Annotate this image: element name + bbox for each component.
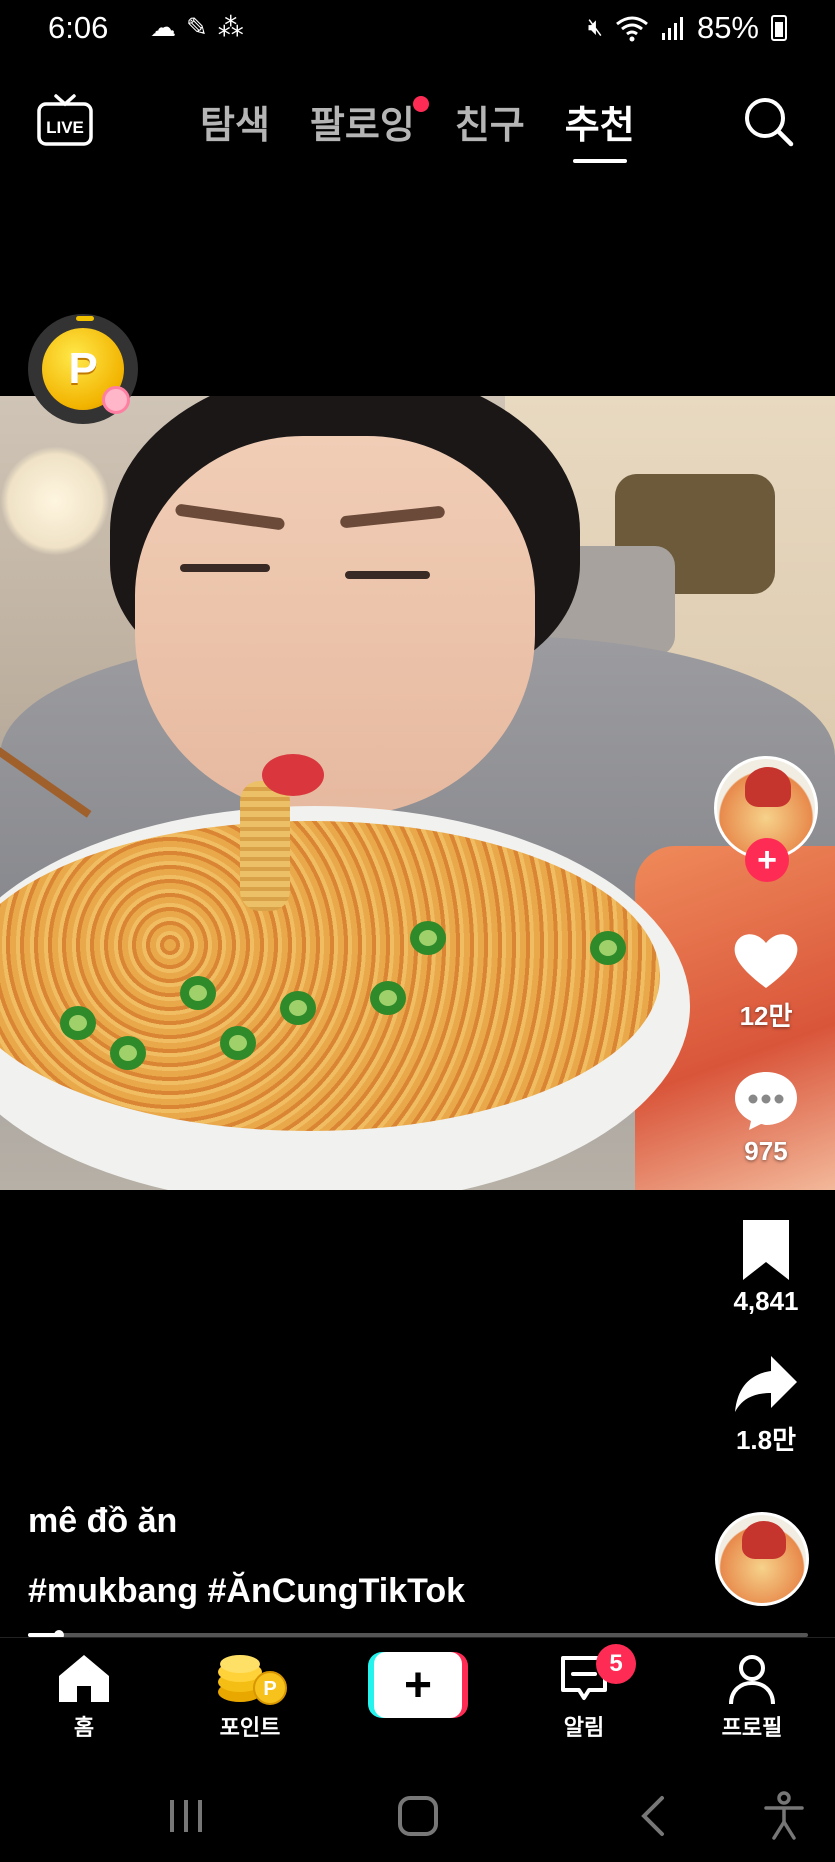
bottom-nav: 홈 P 포인트 + 5 알림 프로필	[0, 1637, 835, 1765]
save-count: 4,841	[733, 1286, 799, 1316]
nav-inbox[interactable]: 5 알림	[524, 1644, 644, 1742]
nav-label: 프로필	[721, 1715, 783, 1740]
home-icon	[59, 1655, 109, 1702]
nav-home[interactable]: 홈	[24, 1652, 144, 1742]
video-noodle-strand	[240, 781, 290, 911]
video-lips	[262, 754, 324, 796]
coins-icon: P	[218, 1655, 287, 1705]
svg-text:P: P	[263, 1678, 276, 1700]
tab-label: 친구	[454, 105, 525, 147]
bookmark-icon	[743, 1220, 789, 1280]
battery-icon	[771, 15, 787, 41]
video-pepper	[410, 921, 446, 955]
search-icon	[745, 98, 794, 147]
video-pepper	[590, 931, 626, 965]
tab-label: 탐색	[200, 105, 270, 147]
share-count: 1.8만	[735, 1425, 797, 1455]
comment-icon	[735, 1072, 797, 1130]
notification-badge: 5	[596, 1644, 636, 1684]
avatar-illustration	[742, 1521, 786, 1559]
grid-icon: ⁂	[217, 12, 244, 42]
cloud-icon: ☁	[150, 12, 176, 42]
video-eye	[345, 571, 430, 579]
nav-label: 포인트	[219, 1715, 281, 1740]
signal-icon	[661, 17, 683, 40]
nav-label: 홈	[73, 1715, 95, 1740]
like-count: 12만	[739, 1001, 793, 1031]
app-notification-icon: ✎	[186, 12, 208, 42]
tab-following[interactable]: 팔로잉	[309, 94, 429, 163]
video-pepper	[220, 1026, 256, 1060]
video-player[interactable]	[0, 396, 835, 1190]
system-nav-bar	[0, 1770, 835, 1862]
tab-explore[interactable]: 탐색	[200, 94, 270, 163]
mute-icon: 🔇︎	[587, 14, 603, 41]
feed-tabs: 탐색 팔로잉 친구 추천	[200, 94, 635, 163]
status-notification-icons: ☁ ✎ ⁂	[150, 12, 244, 43]
live-tv-icon: LIVE	[37, 94, 93, 146]
new-content-dot	[412, 96, 429, 112]
flower-icon	[102, 386, 130, 414]
tab-for-you[interactable]: 추천	[565, 94, 635, 163]
follow-button[interactable]: +	[745, 838, 789, 882]
search-button[interactable]	[741, 94, 797, 150]
video-eye	[180, 564, 270, 572]
save-button[interactable]: 4,841	[711, 1218, 821, 1317]
top-nav: LIVE 탐색 팔로잉 친구 추천	[0, 80, 835, 180]
points-coin-widget[interactable]: P	[28, 314, 138, 424]
nav-label: 알림	[563, 1715, 605, 1740]
video-hashtags[interactable]: #mukbang #ĂnCungTikTok	[28, 1572, 465, 1611]
share-icon	[735, 1356, 797, 1412]
wifi-icon	[616, 16, 648, 42]
video-pepper	[110, 1036, 146, 1070]
person-icon	[729, 1655, 775, 1705]
back-icon[interactable]	[624, 1788, 684, 1844]
comment-count: 975	[744, 1136, 788, 1166]
tab-friends[interactable]: 친구	[455, 94, 525, 163]
heart-icon	[734, 934, 798, 988]
video-pepper	[280, 991, 316, 1025]
video-face	[135, 436, 535, 816]
live-label: LIVE	[46, 118, 84, 137]
create-button[interactable]: +	[368, 1652, 468, 1718]
tab-label: 추천	[564, 105, 635, 147]
accessibility-icon[interactable]	[754, 1788, 814, 1844]
video-pepper	[180, 976, 216, 1010]
video-caption-title: mê đồ ăn	[28, 1502, 178, 1540]
nav-points[interactable]: P 포인트	[190, 1652, 310, 1742]
live-button[interactable]: LIVE	[36, 92, 94, 150]
video-pepper	[370, 981, 406, 1015]
home-system-icon[interactable]	[388, 1788, 448, 1844]
music-disc[interactable]	[715, 1512, 809, 1606]
recent-apps-icon[interactable]	[156, 1788, 216, 1844]
coin-timer-tick	[76, 316, 94, 321]
status-right: 🔇︎ 85%	[588, 10, 787, 46]
share-button[interactable]: 1.8만	[711, 1352, 821, 1457]
status-bar: 6:06 ☁ ✎ ⁂ 🔇︎ 85%	[0, 0, 835, 56]
comment-button[interactable]: 975	[711, 1068, 821, 1167]
status-time: 6:06	[48, 10, 109, 45]
video-lamp	[0, 446, 110, 556]
avatar-illustration	[745, 767, 791, 807]
nav-profile[interactable]: 프로필	[692, 1652, 812, 1742]
battery-percent: 85%	[696, 10, 759, 45]
plus-icon: +	[374, 1652, 462, 1718]
video-pepper	[60, 1006, 96, 1040]
like-button[interactable]: 12만	[711, 928, 821, 1033]
tab-label: 팔로잉	[309, 105, 415, 147]
